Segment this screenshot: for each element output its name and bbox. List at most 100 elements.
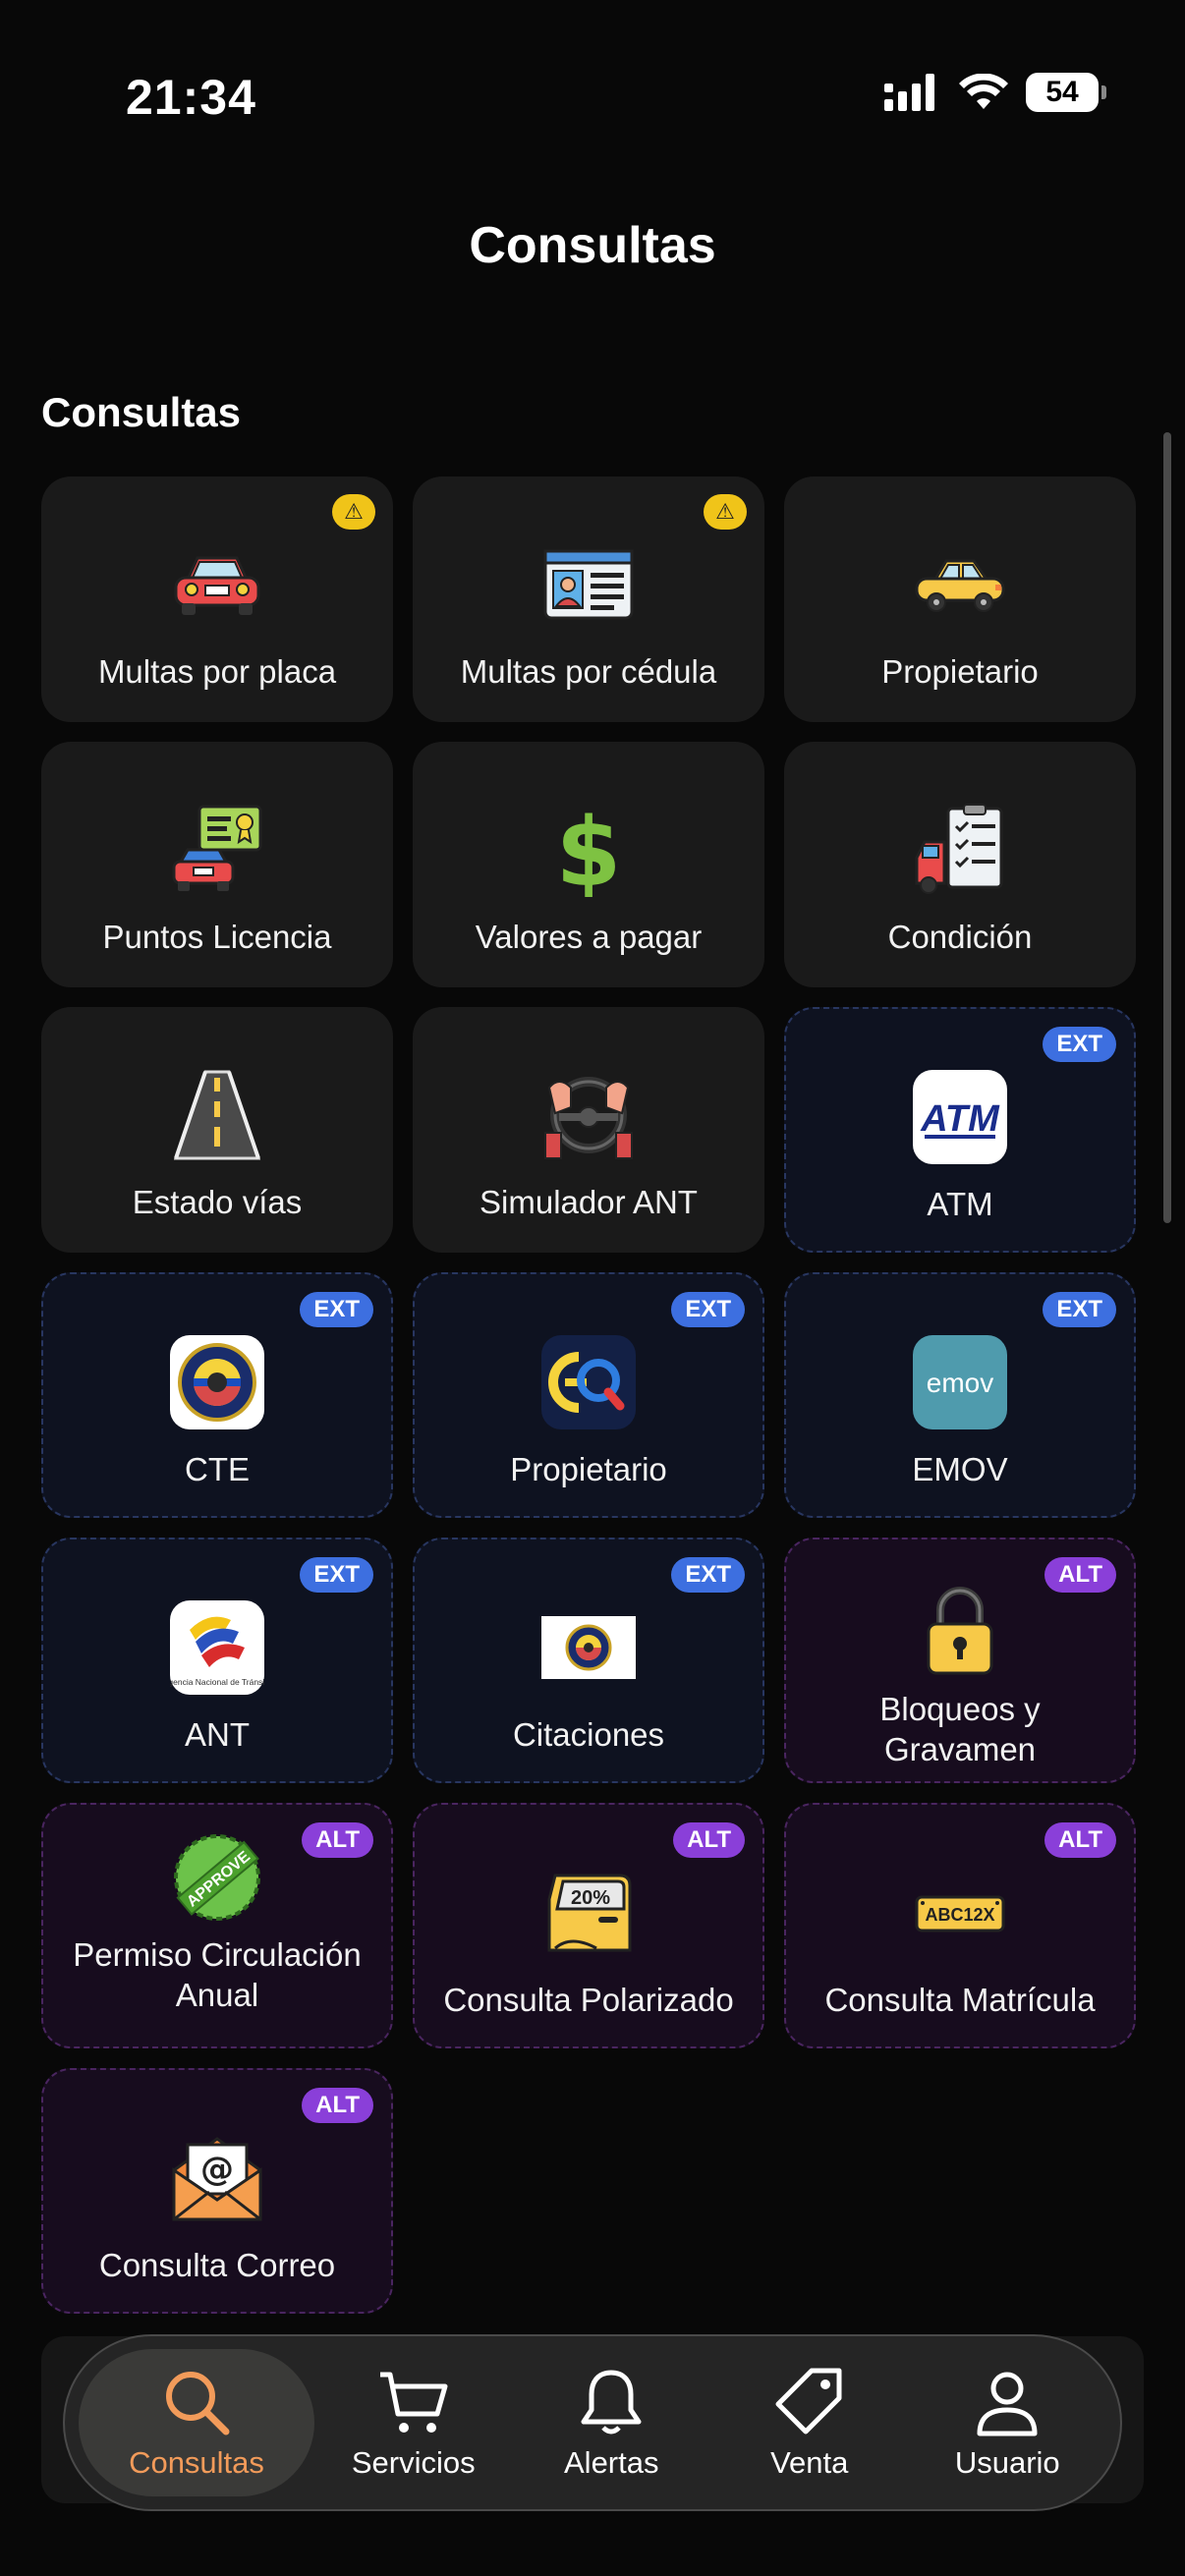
id-card-icon [541,537,636,632]
license-plate-icon: ABC12X [913,1866,1007,1960]
card-multas-por-placa[interactable]: ⚠ Multas por placa [41,476,393,722]
card-label: CTE [185,1451,250,1487]
bottom-nav: Consultas Servicios Alertas Venta Usuari… [63,2334,1122,2511]
card-label: Consulta Matrícula [824,1982,1096,2018]
nav-label: Usuario [954,2445,1060,2480]
citaciones-logo-icon [541,1600,636,1695]
padlock-icon [913,1583,1007,1677]
nav-venta[interactable]: Venta [710,2349,909,2496]
card-label: Permiso Circulación Anual [73,1936,362,2013]
license-points-icon [170,803,264,897]
svg-text:emov: emov [927,1368,993,1398]
ext-badge: EXT [300,1292,373,1327]
nav-label: Alertas [564,2445,659,2480]
card-simulador-ant[interactable]: Simulador ANT [413,1007,764,1253]
card-label: Citaciones [512,1716,665,1753]
svg-text:@: @ [200,2150,234,2189]
warning-badge-icon: ⚠ [332,494,375,530]
nav-servicios[interactable]: Servicios [314,2349,513,2496]
status-bar: 21:34 54 [0,0,1185,187]
cellular-signal-icon [884,74,934,111]
card-puntos-licencia[interactable]: Puntos Licencia [41,742,393,987]
cte-logo-icon [170,1335,264,1429]
card-emov[interactable]: EXT emov EMOV [784,1272,1136,1518]
card-label: Multas por placa [97,653,337,690]
warning-badge-icon: ⚠ [704,494,747,530]
ext-badge: EXT [300,1557,373,1593]
card-multas-por-cedula[interactable]: ⚠ Multas por cédula [413,476,764,722]
vehicle-checklist-icon [913,803,1007,897]
card-consulta-matricula[interactable]: ALT ABC12X Consulta Matrícula [784,1803,1136,2048]
ant-logo-icon: Agencia Nacional de Tránsito [170,1600,264,1695]
card-label: Valores a pagar [475,919,703,955]
card-ant[interactable]: EXT Agencia Nacional de Tránsito ANT [41,1538,393,1783]
email-envelope-icon: @ [170,2131,264,2225]
card-label: Propietario [510,1451,667,1487]
card-valores-a-pagar[interactable]: $ Valores a pagar [413,742,764,987]
status-time: 21:34 [126,70,256,125]
card-label: Bloqueos y Gravamen [879,1691,1041,1767]
bell-icon [581,2370,642,2435]
red-car-icon [170,537,264,632]
card-cte[interactable]: EXT CTE [41,1272,393,1518]
steering-wheel-icon [541,1068,636,1162]
card-label: Simulador ANT [480,1184,698,1220]
yellow-taxi-icon [913,537,1007,632]
card-condicion[interactable]: Condición [784,742,1136,987]
nav-label: Servicios [351,2445,476,2480]
dollar-icon: $ [541,803,636,897]
tinted-door-icon: 20% [541,1866,636,1960]
ext-badge: EXT [671,1292,745,1327]
alt-badge: ALT [1044,1822,1116,1858]
page-title: Consultas [469,217,716,274]
tag-icon [775,2368,842,2435]
card-consulta-correo[interactable]: ALT @ Consulta Correo [41,2068,393,2314]
atm-logo-icon: ATM [913,1070,1007,1164]
card-atm[interactable]: EXT ATM ATM [784,1007,1136,1253]
nav-alertas[interactable]: Alertas [513,2349,711,2496]
svg-text:20%: 20% [571,1887,610,1909]
svg-text:ATM: ATM [920,1098,1000,1140]
card-bloqueos-gravamen[interactable]: ALT Bloqueos y Gravamen [784,1538,1136,1783]
card-consulta-polarizado[interactable]: ALT 20% Consulta Polarizado [413,1803,764,2048]
nav-consultas[interactable]: Consultas [79,2349,314,2496]
approve-stamp-icon: APPROVE [170,1830,264,1925]
alt-badge: ALT [1044,1557,1116,1593]
svg-text:Agencia Nacional de Tránsito: Agencia Nacional de Tránsito [170,1677,264,1687]
card-label: Consulta Correo [98,2247,336,2283]
svg-text:ABC12X: ABC12X [925,1905,994,1925]
battery-icon: 54 [1026,73,1106,112]
card-propietario[interactable]: Propietario [784,476,1136,722]
road-icon [170,1068,264,1162]
section-title: Consultas [41,389,242,435]
card-label: Multas por cédula [460,653,717,690]
card-propietario-ext[interactable]: EXT Propietario [413,1272,764,1518]
svg-text:$: $ [556,803,622,897]
alt-badge: ALT [302,2088,373,2123]
status-icons: 54 [884,73,1106,112]
card-label: ANT [185,1716,250,1753]
card-label: Estado vías [132,1184,303,1220]
ext-badge: EXT [1043,1027,1116,1062]
nav-usuario[interactable]: Usuario [909,2349,1107,2496]
cart-icon [379,2372,448,2433]
card-label: Consulta Polarizado [443,1982,734,2018]
card-label: Condición [887,919,1033,955]
consultas-grid: ⚠ Multas por placa ⚠ Multas por cédula P… [41,476,1136,2314]
eq-logo-icon [541,1335,636,1429]
user-icon [977,2372,1038,2436]
card-estado-vias[interactable]: Estado vías [41,1007,393,1253]
scrollbar[interactable] [1163,432,1171,1223]
ext-badge: EXT [1043,1292,1116,1327]
card-label: ATM [927,1186,993,1222]
search-icon [166,2372,230,2436]
ext-badge: EXT [671,1557,745,1593]
nav-label: Consultas [129,2445,264,2480]
alt-badge: ALT [673,1822,745,1858]
nav-label: Venta [770,2445,849,2480]
card-label: Puntos Licencia [102,919,332,955]
card-permiso-circulacion[interactable]: ALT APPROVE Permiso Circulación Anual [41,1803,393,2048]
alt-badge: ALT [302,1822,373,1858]
wifi-icon [959,74,1008,109]
card-citaciones[interactable]: EXT Citaciones [413,1538,764,1783]
